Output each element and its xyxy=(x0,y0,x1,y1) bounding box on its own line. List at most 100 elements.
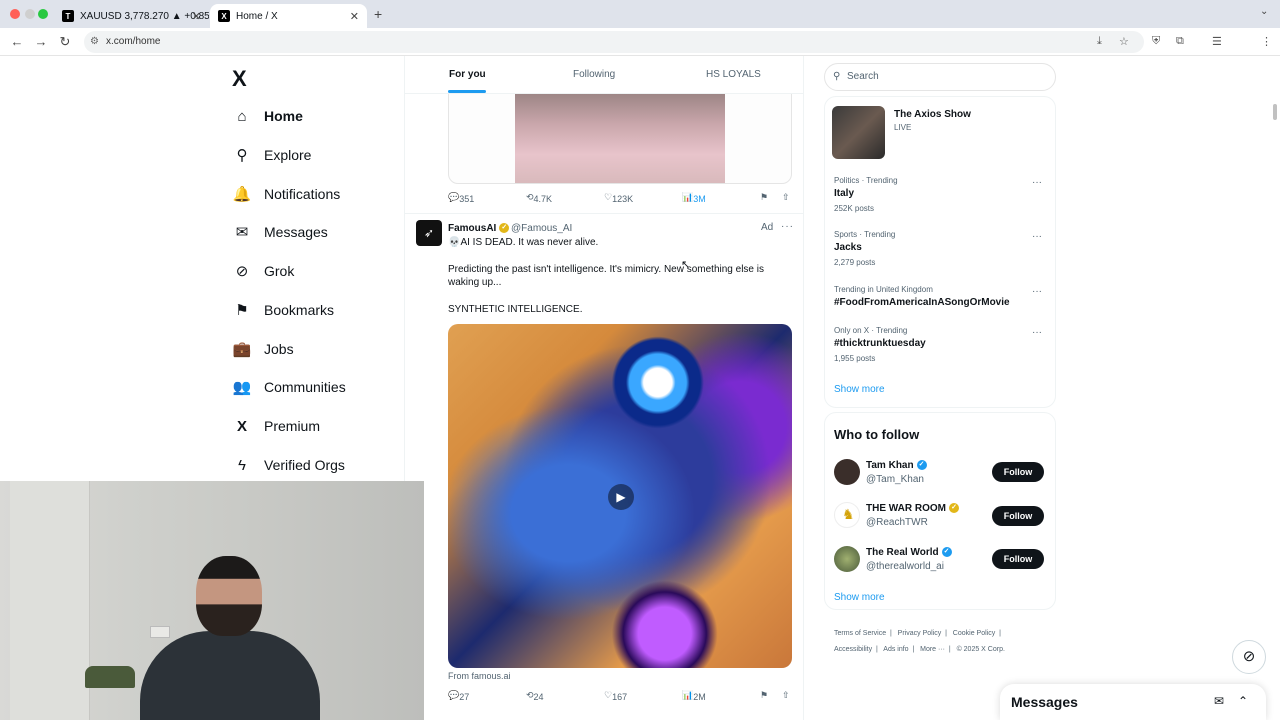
follow-button[interactable]: Follow xyxy=(992,549,1044,569)
tweet-video[interactable]: ▶ xyxy=(448,324,792,668)
tab-search-chevron-icon[interactable]: ⌄ xyxy=(1260,6,1268,17)
close-window-button[interactable] xyxy=(10,9,20,19)
follow-name[interactable]: The Real World ✓ xyxy=(866,547,952,558)
browser-tab-home-x[interactable]: X Home / X ✕ xyxy=(210,4,367,28)
sidebar-item-bookmarks[interactable]: ⚑ Bookmarks xyxy=(232,297,402,323)
address-bar[interactable]: ⚙ x.com/home xyxy=(84,31,1144,53)
like-button[interactable]: ♡ 167 xyxy=(604,690,627,702)
x-favicon-icon: X xyxy=(218,10,230,22)
search-input[interactable]: ⚲ Search xyxy=(824,63,1056,91)
search-icon: ⚲ xyxy=(833,71,841,82)
footer-link[interactable]: Accessibility xyxy=(834,646,872,653)
messages-drawer-title: Messages xyxy=(1011,694,1078,710)
follow-button[interactable]: Follow xyxy=(992,506,1044,526)
menu-dots-icon[interactable]: ⋮ xyxy=(1261,35,1272,48)
page-scrollbar[interactable] xyxy=(1273,104,1277,120)
trend-more-icon[interactable]: ··· xyxy=(1032,231,1042,242)
tweet-author-name[interactable]: FamousAI ✓ xyxy=(448,223,510,234)
trend-count: 1,955 posts xyxy=(834,354,876,363)
browser-tab-xauusd[interactable]: T XAUUSD 3,778.270 ▲ +0.85% ✕ xyxy=(54,4,209,28)
tab-hs-loyals[interactable]: HS LOYALS xyxy=(706,69,761,80)
close-tab-icon[interactable]: ✕ xyxy=(350,10,359,23)
share-icon[interactable]: ⇧ xyxy=(782,690,790,701)
footer-link[interactable]: Cookie Policy xyxy=(953,630,995,637)
trend-meta: Trending in United Kingdom xyxy=(834,285,933,294)
trend-more-icon[interactable]: ··· xyxy=(1032,286,1042,297)
ad-source-link[interactable]: From famous.ai xyxy=(448,671,511,681)
bookmark-star-icon[interactable]: ☆ xyxy=(1119,35,1129,48)
sidebar-item-home[interactable]: ⌂ Home xyxy=(232,103,402,129)
tweet-author-handle[interactable]: @Famous_AI xyxy=(511,223,572,234)
trend-title[interactable]: Jacks xyxy=(834,242,862,253)
play-icon[interactable]: ▶ xyxy=(608,484,634,510)
new-message-icon[interactable]: ✉ xyxy=(1214,694,1224,708)
follow-show-more-link[interactable]: Show more xyxy=(834,592,885,603)
repost-button[interactable]: ⟲ 24 xyxy=(526,690,544,702)
trend-title[interactable]: Italy xyxy=(834,188,854,199)
sidebar-item-grok[interactable]: ⊘ Grok xyxy=(232,258,402,284)
maximize-window-button[interactable] xyxy=(38,9,48,19)
sidebar-item-jobs[interactable]: 💼 Jobs xyxy=(232,336,402,362)
follow-handle: @ReachTWR xyxy=(866,517,928,528)
views-button[interactable]: 📊 2M xyxy=(682,690,706,702)
reply-button[interactable]: 💬 27 xyxy=(448,690,469,702)
footer-link[interactable]: Terms of Service xyxy=(834,630,886,637)
site-info-icon[interactable]: ⚙ xyxy=(90,31,99,53)
tab-for-you[interactable]: For you xyxy=(449,69,486,80)
extensions-puzzle-icon[interactable]: ⧉ xyxy=(1176,35,1184,48)
briefcase-icon: 💼 xyxy=(232,341,252,358)
tab-following[interactable]: Following xyxy=(573,69,615,80)
views-button[interactable]: 📊 3M xyxy=(682,192,706,204)
follow-button[interactable]: Follow xyxy=(992,462,1044,482)
footer-link[interactable]: Ads info xyxy=(883,646,908,653)
avatar[interactable] xyxy=(834,546,860,572)
live-thumbnail[interactable] xyxy=(832,106,885,159)
trend-more-icon[interactable]: ··· xyxy=(1032,327,1042,338)
messages-drawer[interactable]: Messages ✉ ⌃ xyxy=(1000,684,1266,720)
like-button[interactable]: ♡ 123K xyxy=(604,192,633,204)
close-tab-icon[interactable]: ✕ xyxy=(192,10,201,23)
install-app-icon[interactable]: ⤓ xyxy=(1097,35,1102,48)
media-controls-icon[interactable]: ☰ xyxy=(1212,35,1222,48)
minimize-window-button[interactable] xyxy=(25,9,35,19)
tweet-more-icon[interactable]: ··· xyxy=(781,221,794,232)
sidebar-item-explore[interactable]: ⚲ Explore xyxy=(232,142,402,168)
famousai-avatar[interactable]: ➶ xyxy=(416,220,442,246)
avatar[interactable] xyxy=(834,459,860,485)
bookmark-tweet-icon[interactable]: ⚑ xyxy=(760,690,768,701)
trend-title[interactable]: #FoodFromAmericaInASongOrMovie xyxy=(834,297,1010,308)
footer-link[interactable]: Privacy Policy xyxy=(898,630,942,637)
footer-link[interactable]: More ··· xyxy=(920,646,945,653)
sidebar-item-notifications[interactable]: 🔔 Notifications xyxy=(232,181,402,207)
home-icon: ⌂ xyxy=(237,107,247,125)
sidebar-item-communities[interactable]: 👥 Communities xyxy=(232,374,402,400)
follow-name[interactable]: Tam Khan ✓ xyxy=(866,460,927,471)
ad-label: Ad xyxy=(761,222,774,233)
grok-floating-button[interactable]: ⊘ xyxy=(1232,640,1266,674)
expand-chevron-icon[interactable]: ⌃ xyxy=(1238,694,1248,708)
reload-icon[interactable]: ↻ xyxy=(57,34,73,50)
tweet-media-image[interactable] xyxy=(448,82,792,184)
trend-more-icon[interactable]: ··· xyxy=(1032,177,1042,188)
sidebar-item-premium[interactable]: X Premium xyxy=(232,413,402,439)
shield-extension-icon[interactable]: ⛨ xyxy=(1152,35,1160,48)
trends-show-more-link[interactable]: Show more xyxy=(834,384,885,395)
back-arrow-icon[interactable]: ← xyxy=(9,34,25,49)
trend-count: 252K posts xyxy=(834,204,875,213)
bookmark-tweet-icon[interactable]: ⚑ xyxy=(760,192,768,203)
sidebar-item-messages[interactable]: ✉ Messages xyxy=(232,219,402,245)
new-tab-button[interactable]: + xyxy=(374,6,382,22)
browser-toolbar: ← → ↻ ⚙ x.com/home ⤓ ☆ ⛨ ⧉ ☰ ⋮ xyxy=(0,28,1280,56)
x-logo-icon[interactable]: X xyxy=(232,66,247,92)
bell-icon: 🔔 xyxy=(232,186,252,203)
follow-name[interactable]: THE WAR ROOM ✓ xyxy=(866,503,959,514)
forward-arrow-icon[interactable]: → xyxy=(33,34,49,49)
copyright: © 2025 X Corp. xyxy=(956,646,1005,653)
reply-button[interactable]: 💬 351 xyxy=(448,192,474,204)
share-icon[interactable]: ⇧ xyxy=(782,192,790,203)
live-title[interactable]: The Axios Show xyxy=(894,109,971,120)
avatar[interactable]: ♞ xyxy=(834,502,860,528)
sidebar-item-verified-orgs[interactable]: ϟ Verified Orgs xyxy=(232,452,402,478)
trend-title[interactable]: #thicktrunktuesday xyxy=(834,338,926,349)
repost-button[interactable]: ⟲ 4.7K xyxy=(526,192,552,204)
